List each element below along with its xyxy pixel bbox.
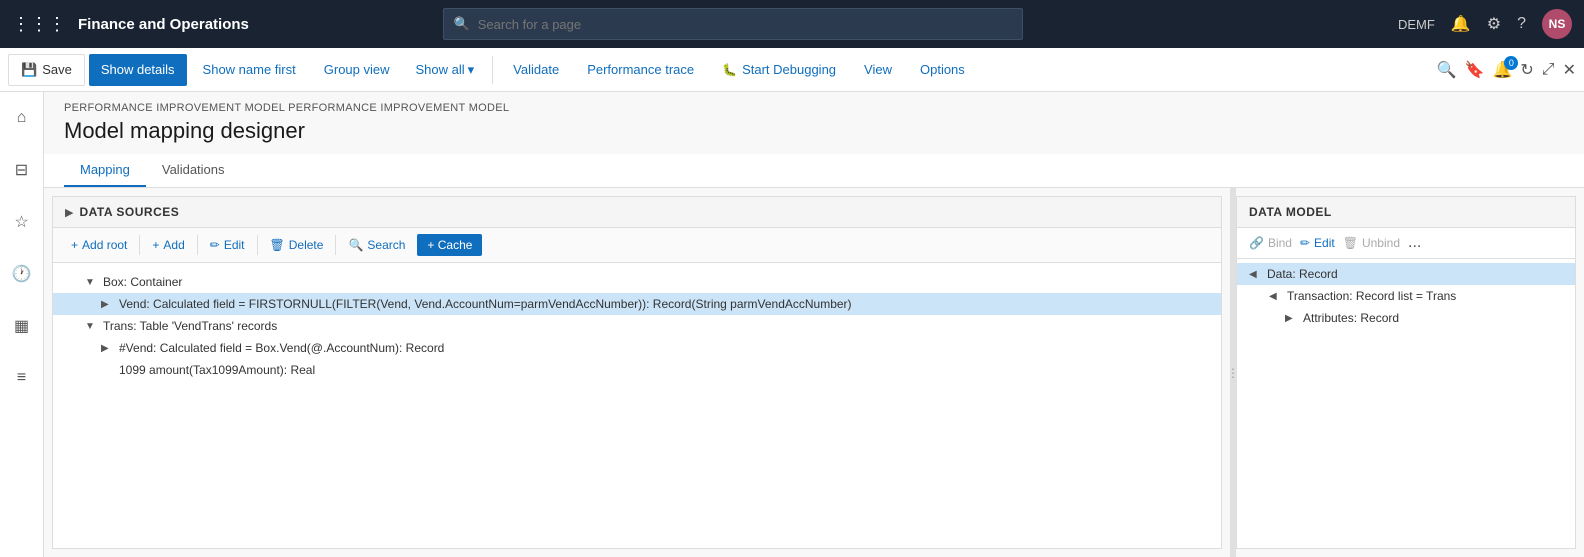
tabs-bar: Mapping Validations [44,154,1584,188]
expand-icon: ▶ [101,343,115,354]
data-sources-tree: ▼ Box: Container ▶ Vend: Calculated fiel… [53,263,1221,548]
edit-button[interactable]: ✏ Edit [204,235,251,255]
tree-item-vend[interactable]: ▶ Vend: Calculated field = FIRSTORNULL(F… [53,293,1221,315]
data-model-tree: ◀ Data: Record ◀ Transaction: Record lis… [1237,259,1575,548]
expand-icon: ▼ [85,277,99,288]
data-model-toolbar: 🔗 Bind ✏ Edit 🗑 Unbind ... [1237,228,1575,259]
expand-icon: ◀ [1269,291,1283,302]
refresh-icon[interactable]: ↻ [1520,60,1533,80]
tree-item-1099[interactable]: ▶ 1099 amount(Tax1099Amount): Real [53,359,1221,381]
panels-area: ▶ DATA SOURCES + Add root + Add ✏ [44,188,1584,557]
data-sources-header: ▶ DATA SOURCES [53,197,1221,228]
more-options-icon[interactable]: ... [1408,234,1421,252]
page-toolbar: 💾 Save Show details Show name first Grou… [0,48,1584,92]
sidebar-icon-recent[interactable]: 🕐 [4,256,40,292]
edit-icon: ✏ [1300,236,1310,250]
tab-validations[interactable]: Validations [146,154,241,187]
avatar[interactable]: NS [1542,9,1572,39]
ptbar-divider1 [139,235,140,255]
debug-icon: 🐛 [722,63,737,77]
options-button[interactable]: Options [908,54,977,86]
unbind-button[interactable]: 🗑 Unbind [1343,236,1400,250]
search-ds-icon: 🔍 [348,238,363,252]
show-all-button[interactable]: Show all ▾ [406,54,485,86]
settings-icon[interactable]: ⚙ [1487,14,1501,34]
add-root-button[interactable]: + Add root [65,235,133,255]
breadcrumb: PERFORMANCE IMPROVEMENT MODEL PERFORMANC… [44,92,1584,116]
search-input[interactable] [478,17,1012,32]
add-icon: + [152,238,159,252]
view-button[interactable]: View [852,54,904,86]
cache-button[interactable]: + Cache [417,234,482,256]
expand-icon: ▶ [101,299,115,310]
data-sources-panel: ▶ DATA SOURCES + Add root + Add ✏ [52,196,1222,549]
tree-item[interactable]: ▼ Box: Container [53,271,1221,293]
close-icon[interactable]: ✕ [1563,60,1576,80]
data-model-panel: DATA MODEL 🔗 Bind ✏ Edit 🗑 Unbind [1236,196,1576,549]
tree-item-trans[interactable]: ▼ Trans: Table 'VendTrans' records [53,315,1221,337]
main-content: PERFORMANCE IMPROVEMENT MODEL PERFORMANC… [44,92,1584,557]
notification-icon[interactable]: 🔔 [1451,14,1471,34]
tab-mapping[interactable]: Mapping [64,154,146,187]
dm-edit-button[interactable]: ✏ Edit [1300,236,1335,250]
environment-label: DEMF [1398,17,1435,32]
data-sources-toolbar: + Add root + Add ✏ Edit 🗑 [53,228,1221,263]
sidebar-icon-star[interactable]: ☆ [4,204,40,240]
notification-badge[interactable]: 🔔 0 [1492,60,1512,80]
sidebar-icon-home[interactable]: ⌂ [4,100,40,136]
unbind-icon: 🗑 [1343,236,1358,250]
bind-icon: 🔗 [1249,236,1264,250]
delete-icon: 🗑 [270,238,285,252]
save-button[interactable]: 💾 Save [8,54,85,86]
ptbar-divider2 [197,235,198,255]
start-debugging-button[interactable]: 🐛 Start Debugging [710,54,848,86]
group-view-button[interactable]: Group view [312,54,402,86]
chevron-down-icon: ▾ [468,62,475,78]
help-icon[interactable]: ? [1517,15,1526,33]
left-sidebar: ⌂ ⊟ ☆ 🕐 ▦ ≡ [0,92,44,557]
search-icon: 🔍 [454,16,470,32]
performance-trace-button[interactable]: Performance trace [575,54,706,86]
ptbar-divider4 [335,235,336,255]
plus-icon: + [71,238,78,252]
top-nav-right: DEMF 🔔 ⚙ ? NS [1398,9,1572,39]
main-layout: ⌂ ⊟ ☆ 🕐 ▦ ≡ PERFORMANCE IMPROVEMENT MODE… [0,92,1584,557]
add-button[interactable]: + Add [146,235,190,255]
search-bar[interactable]: 🔍 [443,8,1023,40]
delete-button[interactable]: 🗑 Delete [264,235,330,255]
dm-item-attributes[interactable]: ▶ Attributes: Record [1237,307,1575,329]
show-name-first-button[interactable]: Show name first [191,54,308,86]
show-details-button[interactable]: Show details [89,54,187,86]
open-external-icon[interactable]: ⤢ [1542,61,1555,79]
search-button[interactable]: 🔍 Search [342,235,411,255]
toolbar-right-icons: 🔍 🔖 🔔 0 ↻ ⤢ ✕ [1437,60,1576,80]
expand-icon: ◀ [1249,269,1263,280]
validate-button[interactable]: Validate [501,54,571,86]
app-title: Finance and Operations [78,16,249,33]
save-icon: 💾 [21,62,37,78]
edit-icon: ✏ [210,238,220,252]
sidebar-icon-list[interactable]: ≡ [4,360,40,396]
bind-button[interactable]: 🔗 Bind [1249,236,1292,250]
data-model-header: DATA MODEL [1237,197,1575,228]
collapse-icon[interactable]: ▶ [65,206,73,219]
tree-item-hashvend[interactable]: ▶ #Vend: Calculated field = Box.Vend(@.A… [53,337,1221,359]
expand-icon: ▼ [85,321,99,332]
sidebar-icon-grid[interactable]: ▦ [4,308,40,344]
top-navigation: ⋮⋮⋮ Finance and Operations 🔍 DEMF 🔔 ⚙ ? … [0,0,1584,48]
ptbar-divider3 [257,235,258,255]
data-sources-title: DATA SOURCES [79,205,179,219]
toolbar-separator [492,56,493,84]
sidebar-icon-filter[interactable]: ⊟ [4,152,40,188]
dm-item-transaction[interactable]: ◀ Transaction: Record list = Trans [1237,285,1575,307]
apps-grid-icon[interactable]: ⋮⋮⋮ [12,14,66,35]
filter-icon[interactable]: 🔍 [1437,60,1457,80]
page-title: Model mapping designer [44,116,1584,154]
bookmark-icon[interactable]: 🔖 [1465,60,1485,80]
expand-icon: ▶ [1285,313,1299,324]
dm-item-data[interactable]: ◀ Data: Record [1237,263,1575,285]
